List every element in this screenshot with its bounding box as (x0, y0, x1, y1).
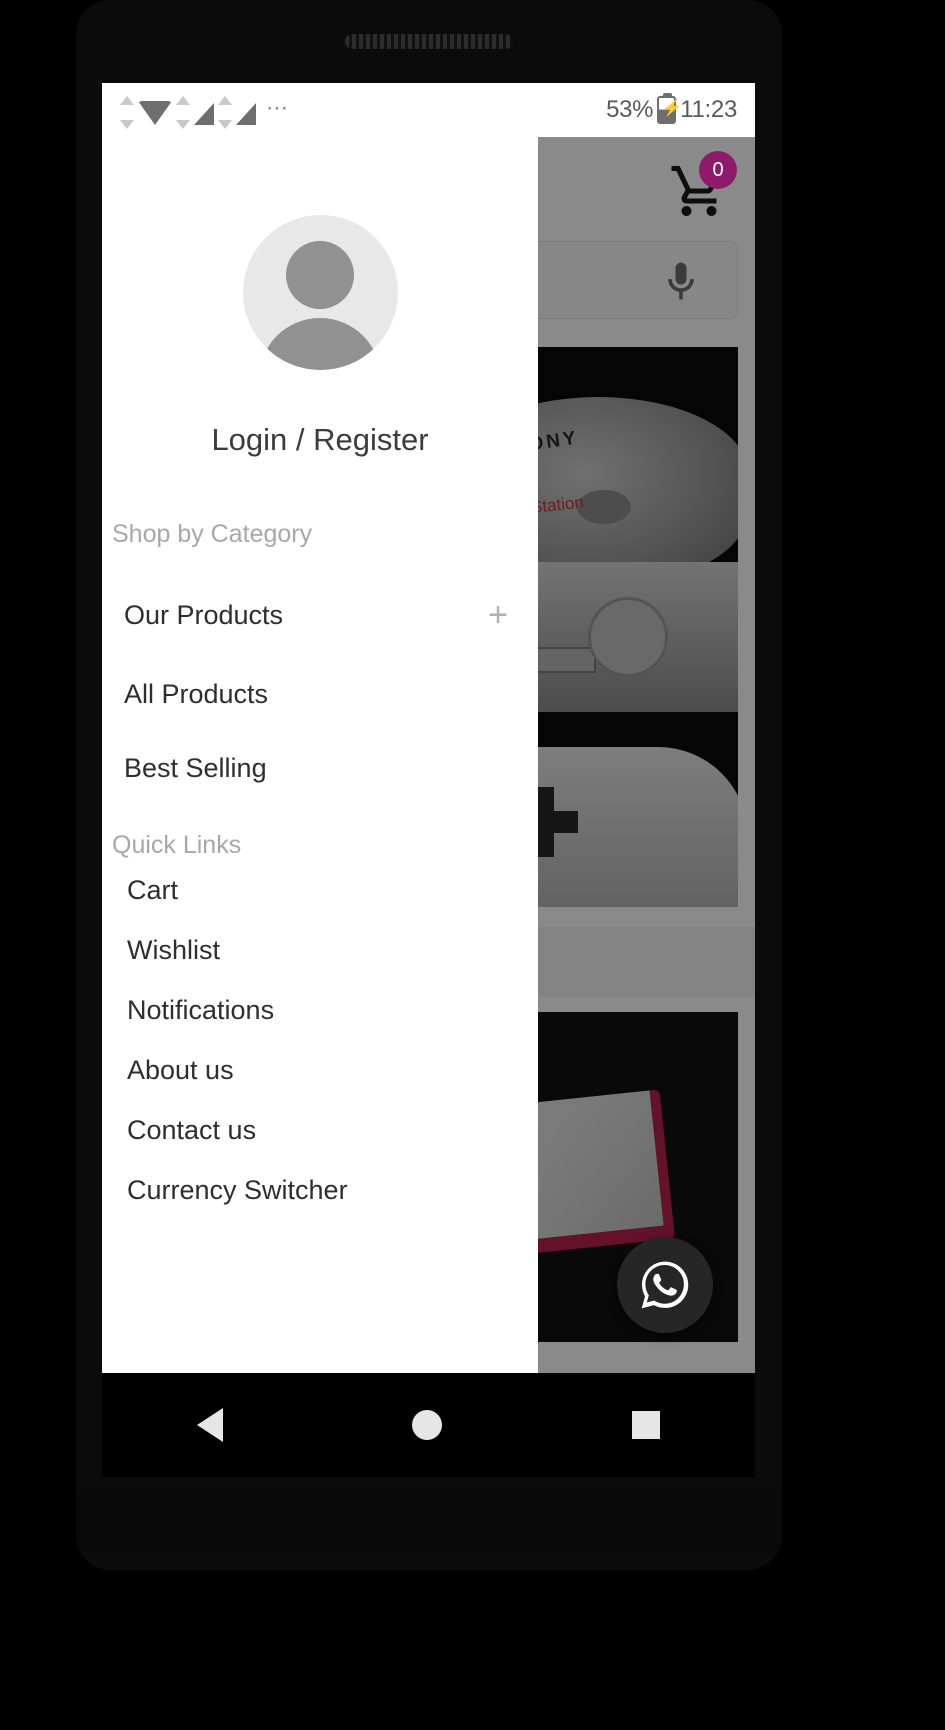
navigation-drawer: Login / Register Shop by Category Our Pr… (102, 137, 538, 1373)
drawer-item-contact-us[interactable]: Contact us (102, 1100, 538, 1160)
whatsapp-icon (641, 1261, 689, 1309)
wifi-icon (138, 101, 172, 125)
device-chin (76, 1490, 782, 1550)
drawer-header: Login / Register (102, 137, 538, 458)
drawer-item-wishlist[interactable]: Wishlist (102, 920, 538, 980)
cellular-signal-icon (236, 103, 256, 125)
no-sim-x-mark: x (204, 91, 212, 106)
plus-icon[interactable]: + (488, 598, 508, 632)
login-register-button[interactable]: Login / Register (211, 422, 428, 458)
sim2-up-arrow-icon (218, 95, 232, 105)
avatar-body-shape (259, 318, 381, 370)
charging-bolt-icon: ⚡ (662, 100, 682, 117)
whatsapp-fab-button[interactable] (617, 1237, 713, 1333)
home-circle-icon[interactable] (412, 1410, 443, 1440)
wifi-transfer-arrows (120, 95, 134, 129)
sim2-down-arrow-icon (218, 119, 232, 129)
android-navigation-bar (102, 1373, 755, 1477)
data-up-arrow-icon (176, 95, 190, 105)
drawer-item-label: Best Selling (124, 752, 267, 783)
drawer-item-best-selling[interactable]: Best Selling (102, 731, 538, 805)
battery-charging-icon: ⚡ (657, 93, 682, 124)
drawer-item-cart[interactable]: Cart (102, 860, 538, 920)
status-bar-right: 53% ⚡ 11:23 (606, 93, 737, 124)
status-bar-left: x ⋯ (120, 91, 289, 129)
clock-label: 11:23 (680, 96, 737, 123)
status-bar: x ⋯ 53% ⚡ 11:23 (102, 83, 755, 137)
battery-percent-label: 53% (606, 96, 654, 123)
drawer-item-currency-switcher[interactable]: Currency Switcher (102, 1160, 538, 1220)
drawer-item-label: All Products (124, 678, 269, 709)
quick-links-label: Quick Links (112, 831, 242, 859)
data-transfer-arrows (176, 95, 190, 129)
drawer-item-all-products[interactable]: All Products (102, 657, 538, 731)
data-down-arrow-icon (176, 119, 190, 129)
user-avatar-placeholder-icon[interactable] (242, 215, 398, 370)
sim2-transfer-arrows (218, 95, 232, 129)
drawer-item-label: Our Products (124, 599, 284, 630)
cellular-no-sim-icon: x (194, 91, 214, 125)
wifi-down-arrow-icon (120, 119, 134, 129)
phone-screen: 0 SONY PlayStation x ⋯ 53% ⚡ 11:23 Login… (102, 83, 755, 1373)
recents-square-icon[interactable] (632, 1411, 661, 1439)
wifi-up-arrow-icon (120, 95, 134, 105)
phone-frame: 0 SONY PlayStation x ⋯ 53% ⚡ 11:23 Login… (0, 0, 945, 1730)
cart-badge: 0 (699, 151, 737, 189)
avatar-head-shape (286, 241, 354, 309)
earpiece-speaker (345, 34, 513, 49)
drawer-item-notifications[interactable]: Notifications (102, 980, 538, 1040)
more-dots-icon: ⋯ (266, 95, 289, 120)
back-triangle-icon[interactable] (196, 1408, 223, 1442)
shop-by-category-label: Shop by Category (112, 520, 313, 548)
drawer-item-about-us[interactable]: About us (102, 1040, 538, 1100)
drawer-item-our-products[interactable]: Our Products + (102, 573, 538, 657)
